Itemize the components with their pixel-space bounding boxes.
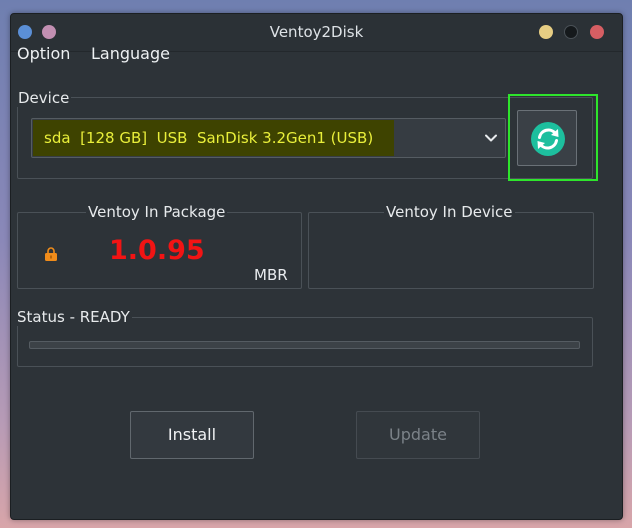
- refresh-icon: [531, 122, 565, 156]
- device-version-groupbox: [308, 212, 594, 289]
- menu-language[interactable]: Language: [91, 43, 170, 65]
- progress-bar: [29, 341, 580, 349]
- update-button[interactable]: Update: [356, 411, 480, 459]
- menu-option[interactable]: Option: [17, 43, 70, 65]
- package-version: 1.0.95: [109, 235, 205, 266]
- chevron-down-icon[interactable]: [485, 132, 497, 144]
- device-group-label: Device: [16, 89, 72, 107]
- device-select-value: sda [128 GB] USB SanDisk 3.2Gen1 (USB): [44, 129, 374, 147]
- package-group-label: Ventoy In Package: [86, 203, 228, 221]
- status-label: Status - READY: [15, 308, 132, 326]
- minimize-icon[interactable]: [539, 25, 553, 39]
- device-select[interactable]: sda [128 GB] USB SanDisk 3.2Gen1 (USB): [31, 118, 506, 158]
- maximize-icon[interactable]: [564, 25, 578, 39]
- install-button[interactable]: Install: [130, 411, 254, 459]
- device-version-group-label: Ventoy In Device: [384, 203, 515, 221]
- close-icon[interactable]: [590, 25, 604, 39]
- refresh-devices-button[interactable]: [517, 110, 577, 166]
- lock-icon: [45, 247, 57, 261]
- partition-style: MBR: [254, 266, 288, 284]
